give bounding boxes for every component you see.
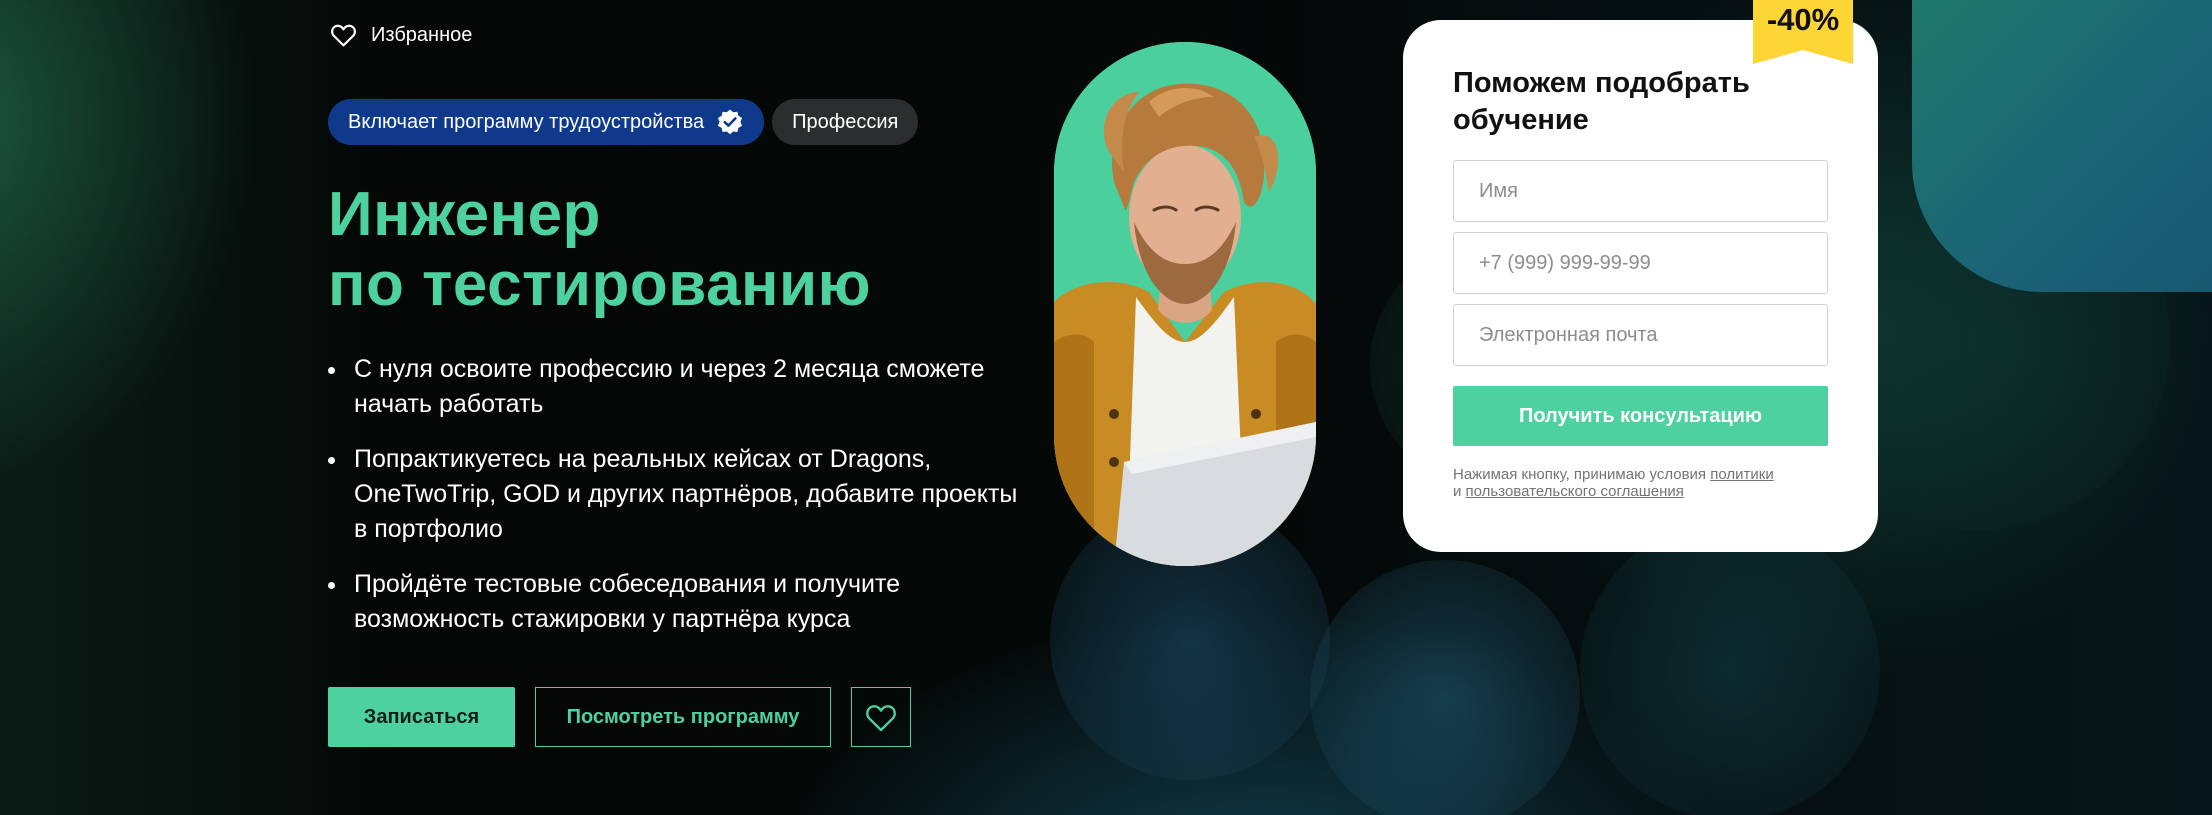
legal-text-and: и [1453,483,1466,500]
page-title: Инженер по тестированию [328,180,1088,320]
enroll-button[interactable]: Записаться [328,687,515,747]
student-illustration [1054,42,1316,566]
verified-check-icon [718,109,743,135]
name-field[interactable] [1453,160,1828,222]
hero-photo [1054,42,1316,566]
benefits-list: С нуля освоите профессию и через 2 месяц… [328,352,1018,657]
get-consultation-button[interactable]: Получить консультацию [1453,386,1828,446]
heart-outline-icon [331,24,356,47]
add-to-favorites-button[interactable] [851,687,911,747]
view-program-button[interactable]: Посмотреть программу [535,687,831,747]
page-title-line-2: по тестированию [328,250,872,319]
favorites-label: Избранное [371,23,473,46]
email-field[interactable] [1453,304,1828,366]
employment-badge-label: Включает программу трудоустройства [348,110,705,133]
page-title-line-1: Инженер [328,180,601,249]
profession-badge: Профессия [772,99,919,145]
background-circle [1310,560,1580,815]
consultation-form: Поможем подобрать обучение Получить конс… [1403,20,1878,552]
list-item: Пройдёте тестовые собеседования и получи… [328,567,1018,637]
phone-field[interactable] [1453,232,1828,294]
phone-input[interactable] [1479,251,1827,275]
background-circle [1580,520,1880,815]
form-title: Поможем подобрать обучение [1453,67,1750,136]
discount-badge: -40% [1753,0,1853,64]
legal-notice: Нажимая кнопку, принимаю условия политик… [1453,466,1843,500]
course-badges: Включает программу трудоустройства Профе… [328,99,919,145]
discount-label: -40% [1766,2,1840,37]
policy-link[interactable]: политики [1710,466,1773,483]
legal-text: Нажимая кнопку, принимаю условия [1453,466,1711,483]
email-input[interactable] [1479,323,1827,347]
favorites-link[interactable]: Избранное [330,23,472,47]
employment-badge: Включает программу трудоустройства [328,99,765,145]
list-item: С нуля освоите профессию и через 2 месяц… [328,352,1018,422]
name-input[interactable] [1479,179,1827,203]
list-item: Попрактикуетесь на реальных кейсах от Dr… [328,442,1018,547]
profession-badge-label: Профессия [792,110,899,133]
action-buttons: Записаться Посмотреть программу [328,687,911,747]
heart-outline-icon [866,704,896,731]
background-blob [1912,0,2212,292]
hero-section: Избранное Включает программу трудоустрой… [0,0,2212,815]
user-agreement-link[interactable]: пользовательского соглашения [1466,483,1684,500]
